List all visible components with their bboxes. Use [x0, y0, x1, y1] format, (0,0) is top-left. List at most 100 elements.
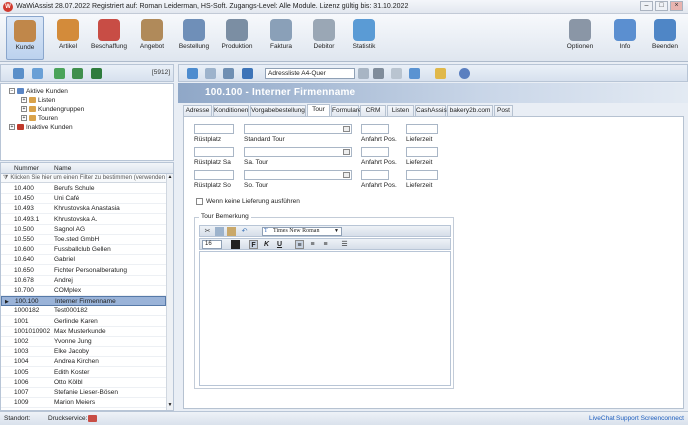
- font-size-select[interactable]: 16: [202, 240, 222, 249]
- table-row[interactable]: 1005 Edith Koster: [1, 368, 166, 378]
- table-row[interactable]: 1007 Stefanie Lieser-Bösen: [1, 388, 166, 398]
- ribbon-button-invoice[interactable]: Faktura: [262, 16, 300, 60]
- table-row[interactable]: 10.640 Gabriel: [1, 255, 166, 266]
- ribbon-button-info[interactable]: Info: [607, 16, 643, 60]
- table-row[interactable]: ▶ 100.100 Interner Firmenname: [1, 296, 166, 307]
- table-row[interactable]: 1006 Otto Kölbl: [1, 378, 166, 388]
- ribbon-button-article[interactable]: Artikel: [49, 16, 87, 60]
- table-row[interactable]: 10.493 Khrustovska Anastasia: [1, 204, 166, 215]
- grid-scrollbar[interactable]: ▲ ▼: [166, 174, 173, 410]
- add-icon[interactable]: [187, 68, 198, 79]
- column-header-name[interactable]: Name: [54, 164, 71, 173]
- ribbon-button-procurement[interactable]: Beschaffung: [90, 16, 128, 60]
- grid-filter-row[interactable]: ⧩ Klicken Sie hier um einen Filter zu bes…: [1, 174, 166, 183]
- collapse-icon[interactable]: [72, 68, 83, 79]
- maximize-button[interactable]: □: [655, 1, 668, 11]
- tree-item[interactable]: + Touren: [21, 114, 58, 123]
- table-row[interactable]: 10.650 Fichter Personalberatung: [1, 266, 166, 276]
- tree-expander-icon[interactable]: +: [21, 115, 27, 122]
- tab-tour[interactable]: Tour: [307, 104, 330, 116]
- ribbon-button-exit[interactable]: Beenden: [647, 16, 683, 60]
- table-row[interactable]: 10.400 Berufs Schule: [1, 184, 166, 194]
- tab-adresse[interactable]: Adresse: [183, 105, 212, 116]
- ribbon-button-options[interactable]: Optionen: [562, 16, 598, 60]
- close-button[interactable]: ×: [670, 1, 683, 11]
- ribbon-button-production[interactable]: Produktion: [218, 16, 256, 60]
- table-row[interactable]: 10.450 Uni Café: [1, 194, 166, 205]
- ribbon-button-debtor[interactable]: Debitor: [305, 16, 343, 60]
- table-row[interactable]: 1000182 Test000182: [1, 306, 166, 317]
- tree-expander-icon[interactable]: −: [9, 88, 15, 95]
- tree-item[interactable]: − Aktive Kunden: [9, 87, 68, 96]
- tab-formulare[interactable]: Formulare: [331, 105, 362, 116]
- tree-item[interactable]: + Kundengruppen: [21, 105, 84, 114]
- tab-bakery2b-com[interactable]: bakery2b.com: [447, 105, 493, 116]
- tour-select[interactable]: [244, 147, 352, 157]
- tree-item[interactable]: + Listen: [21, 96, 55, 105]
- paste-icon[interactable]: [227, 227, 236, 236]
- undo-icon[interactable]: [242, 68, 253, 79]
- browse-icon[interactable]: [343, 126, 350, 132]
- help-icon[interactable]: [459, 68, 470, 79]
- table-row[interactable]: 1002 Yvonne Jung: [1, 337, 166, 347]
- anfahrt-pos-field[interactable]: [361, 124, 389, 134]
- copy-icon[interactable]: [205, 68, 216, 79]
- copy-text-icon[interactable]: [215, 227, 224, 236]
- remark-editor[interactable]: [199, 251, 451, 386]
- table-row[interactable]: 10.600 Fussballclub Gellen: [1, 245, 166, 256]
- tour-select[interactable]: [244, 170, 352, 180]
- table-row[interactable]: 10.493.1 Khrustovska A.: [1, 215, 166, 225]
- support-link[interactable]: Support Screenconnect: [616, 415, 684, 422]
- bullet-list-icon[interactable]: ☰: [340, 240, 349, 249]
- tab-konditionen[interactable]: Konditionen: [213, 105, 249, 116]
- tab-crm[interactable]: CRM: [360, 105, 386, 116]
- align-right-icon[interactable]: ≡: [321, 240, 330, 249]
- font-select[interactable]: T Times New Roman ▼: [262, 227, 342, 236]
- report-select[interactable]: Adressliste A4-Quer: [265, 68, 355, 79]
- text-color-icon[interactable]: [231, 240, 240, 249]
- anfahrt-pos-field[interactable]: [361, 170, 389, 180]
- ribbon-button-offer[interactable]: Angebot: [133, 16, 171, 60]
- scroll-up-icon[interactable]: ▲: [167, 174, 173, 182]
- rustplatz-field[interactable]: [194, 147, 234, 157]
- ribbon-button-statistics[interactable]: Statistik: [345, 16, 383, 60]
- livechat-link[interactable]: LiveChat: [589, 415, 615, 422]
- scroll-down-icon[interactable]: ▼: [167, 402, 173, 410]
- lieferzeit-field[interactable]: [406, 147, 438, 157]
- tree-expander-icon[interactable]: +: [21, 97, 27, 104]
- underline-button[interactable]: U: [275, 240, 284, 249]
- tab-post[interactable]: Post: [494, 105, 513, 116]
- view-toggle-icon[interactable]: [13, 68, 24, 79]
- table-row[interactable]: 1003 Elke Jacoby: [1, 347, 166, 358]
- table-row[interactable]: 10.700 COMplex: [1, 286, 166, 296]
- table-row[interactable]: 1001 Gerlinde Karen: [1, 317, 166, 327]
- anfahrt-pos-field[interactable]: [361, 147, 389, 157]
- column-header-nummer[interactable]: Nummer: [14, 164, 39, 173]
- refresh-icon[interactable]: [32, 68, 43, 79]
- tour-select[interactable]: [244, 124, 352, 134]
- table-row[interactable]: 10.500 Sagnol AG: [1, 225, 166, 235]
- undo-text-icon[interactable]: ↶: [240, 227, 249, 236]
- save-icon[interactable]: [223, 68, 234, 79]
- lieferzeit-field[interactable]: [406, 124, 438, 134]
- minimize-button[interactable]: –: [640, 1, 653, 11]
- table-row[interactable]: 1004 Andrea Kirchen: [1, 357, 166, 368]
- align-left-icon[interactable]: ≡: [295, 240, 304, 249]
- print-icon[interactable]: [373, 68, 384, 79]
- tree-expander-icon[interactable]: +: [9, 124, 15, 131]
- no-delivery-checkbox[interactable]: [196, 198, 203, 205]
- clear-icon[interactable]: [358, 68, 369, 79]
- table-row[interactable]: 1009 Marion Meiers: [1, 398, 166, 409]
- rustplatz-field[interactable]: [194, 124, 234, 134]
- bold-button[interactable]: F: [249, 240, 258, 249]
- tab-listen[interactable]: Listen: [387, 105, 414, 116]
- rustplatz-field[interactable]: [194, 170, 234, 180]
- preview-icon[interactable]: [391, 68, 402, 79]
- cut-icon[interactable]: ✂: [203, 227, 212, 236]
- browse-icon[interactable]: [343, 149, 350, 155]
- ribbon-button-order[interactable]: Bestellung: [175, 16, 213, 60]
- expand-all-icon[interactable]: [54, 68, 65, 79]
- table-row[interactable]: 1001010902 Max Musterkunde: [1, 327, 166, 337]
- export-icon[interactable]: [409, 68, 420, 79]
- italic-button[interactable]: K: [262, 240, 271, 249]
